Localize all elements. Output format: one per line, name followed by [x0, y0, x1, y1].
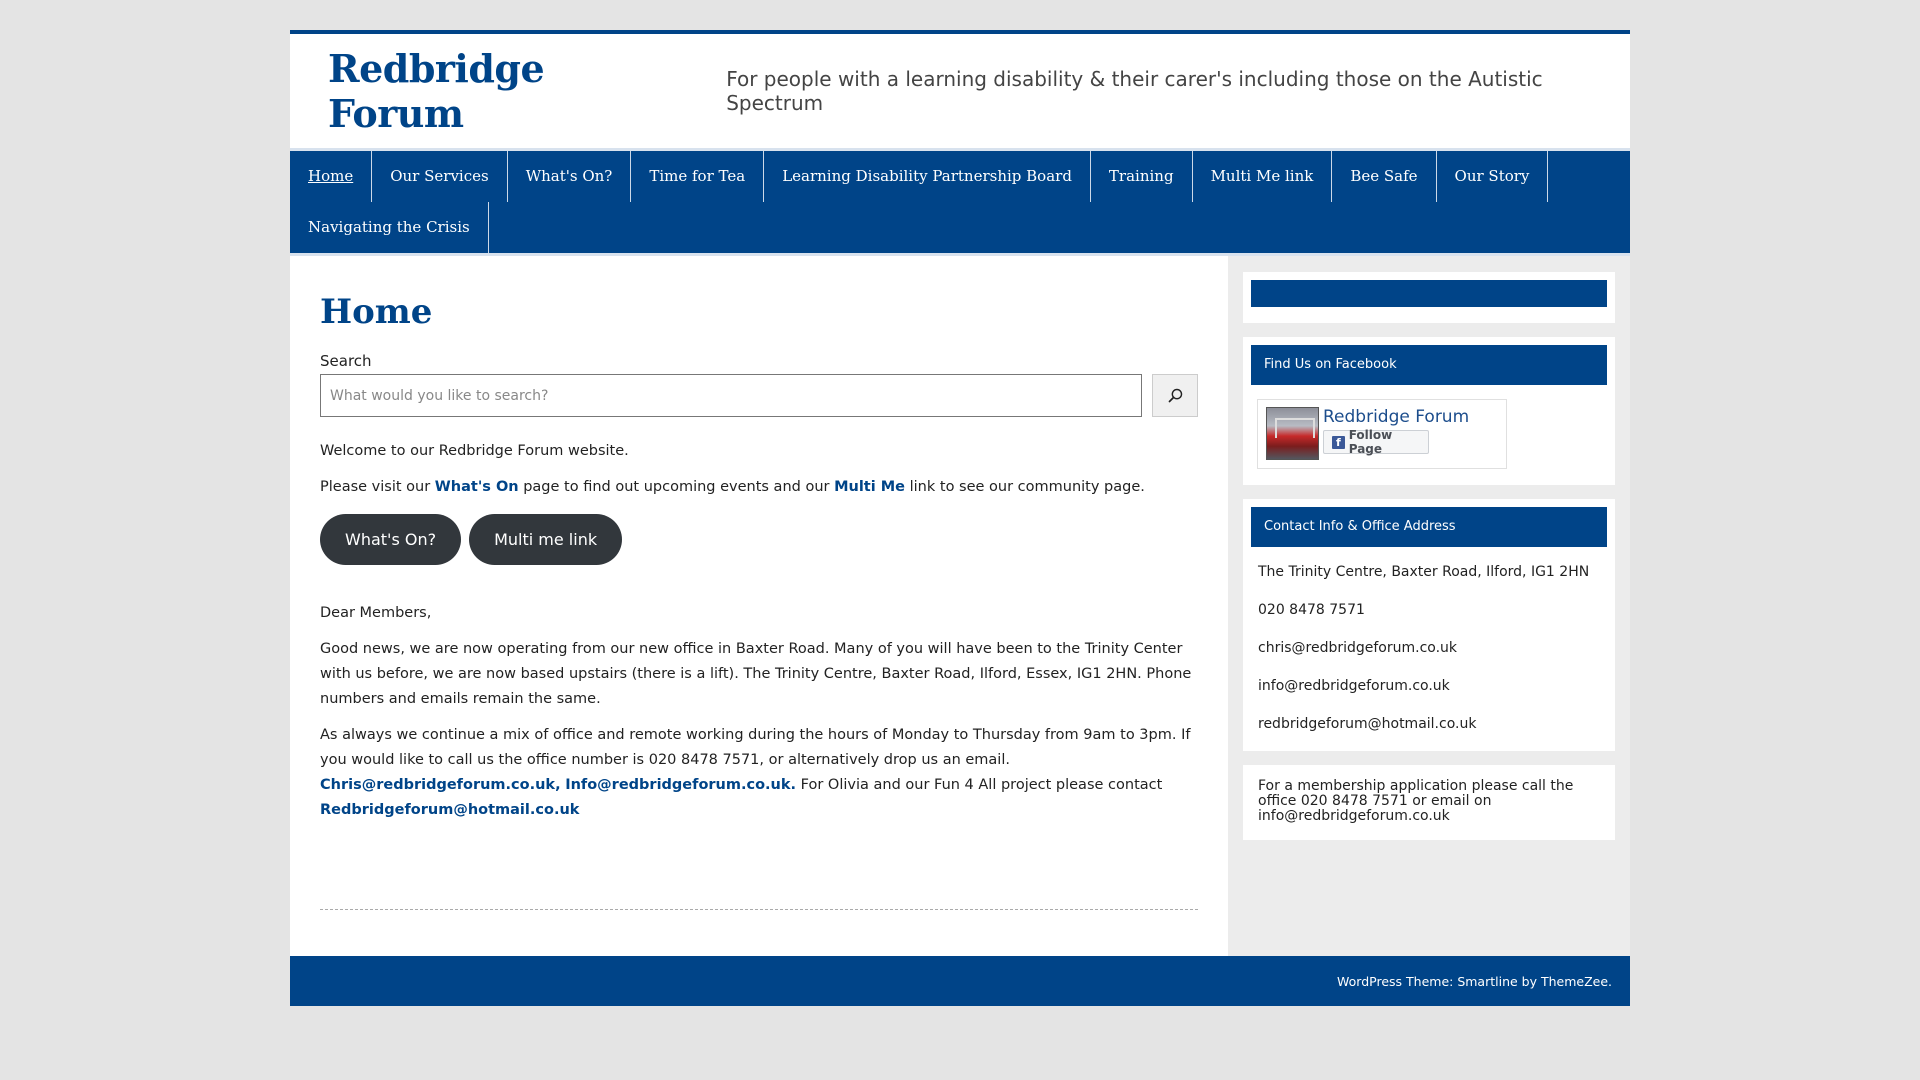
nav-item-navigating-the-crisis[interactable]: Navigating the Crisis — [290, 202, 489, 253]
multi-me-link[interactable]: Multi Me — [834, 479, 905, 495]
office-hours-text: As always we continue a mix of office an… — [320, 727, 1191, 768]
contact-widget-title: Contact Info & Office Address — [1251, 507, 1607, 547]
facebook-page-name[interactable]: Redbridge Forum — [1323, 407, 1469, 427]
follow-label: Follow Page — [1348, 428, 1393, 456]
membership-text: For a membership application please call… — [1258, 778, 1574, 824]
facebook-widget-title: Find Us on Facebook — [1251, 345, 1607, 385]
nav-item-home[interactable]: Home — [290, 151, 373, 202]
sidebar: Find Us on Facebook Redbridge Forum f Fo… — [1228, 256, 1630, 956]
facebook-icon: f — [1332, 435, 1345, 449]
contact-email-chris: chris@redbridgeforum.co.uk — [1258, 640, 1458, 656]
search-icon — [1168, 388, 1182, 403]
contact-widget: Contact Info & Office Address The Trinit… — [1243, 499, 1615, 751]
facebook-widget: Find Us on Facebook Redbridge Forum f Fo… — [1243, 337, 1615, 485]
facebook-follow-button[interactable]: f Follow Page — [1323, 428, 1429, 456]
content-divider — [320, 909, 1198, 910]
content-area: Home Search Welcome to our Redbridge For… — [290, 256, 1630, 956]
empty-widget-bar — [1251, 280, 1607, 307]
greeting-text: Dear Members, — [320, 605, 432, 621]
nav-item-multi-me-link[interactable]: Multi Me link — [1193, 151, 1333, 202]
nav-item-our-story[interactable]: Our Story — [1437, 151, 1549, 202]
nav-item-partnership-board[interactable]: Learning Disability Partnership Board — [764, 151, 1091, 202]
contact-email-info: info@redbridgeforum.co.uk — [1258, 678, 1450, 694]
search-button[interactable] — [1152, 374, 1198, 417]
nav-item-our-services[interactable]: Our Services — [372, 151, 508, 202]
olivia-text: For Olivia and our Fun 4 All project ple… — [796, 777, 1163, 793]
whats-on-link[interactable]: What's On — [435, 479, 519, 495]
site-title[interactable]: Redbridge Forum — [328, 46, 686, 136]
info-email-link[interactable]: Info@redbridgeforum.co.uk. — [565, 777, 796, 793]
visit-text-pre: Please visit our — [320, 479, 435, 495]
news-paragraph: Good news, we are now operating from our… — [320, 641, 1192, 707]
site-tagline: For people with a learning disability & … — [726, 67, 1543, 115]
page-wrapper: Redbridge Forum For people with a learni… — [290, 30, 1630, 1006]
site-footer: WordPress Theme: Smartline by ThemeZee. — [290, 956, 1630, 1006]
office-hours-paragraph: As always we continue a mix of office an… — [320, 723, 1198, 823]
main-content: Home Search Welcome to our Redbridge For… — [290, 256, 1228, 956]
contact-list: The Trinity Centre, Baxter Road, Ilford,… — [1251, 547, 1607, 735]
whats-on-button[interactable]: What's On? — [320, 514, 462, 565]
button-row: What's On? Multi me link — [320, 514, 1198, 565]
empty-widget — [1243, 272, 1615, 323]
welcome-text: Welcome to our Redbridge Forum website. — [320, 443, 629, 459]
search-form — [320, 374, 1198, 417]
nav-item-bee-safe[interactable]: Bee Safe — [1332, 151, 1437, 202]
search-input[interactable] — [320, 374, 1142, 417]
page-title: Home — [320, 292, 433, 332]
membership-widget: For a membership application please call… — [1243, 765, 1615, 840]
contact-address: The Trinity Centre, Baxter Road, Ilford,… — [1258, 564, 1590, 580]
nav-item-training[interactable]: Training — [1091, 151, 1193, 202]
hotmail-email-link[interactable]: Redbridgeforum@hotmail.co.uk — [320, 802, 579, 818]
multi-me-button[interactable]: Multi me link — [469, 514, 623, 565]
facebook-page-plugin[interactable]: Redbridge Forum f Follow Page — [1257, 399, 1507, 469]
main-navigation: Home Our Services What's On? Time for Te… — [290, 148, 1630, 256]
visit-paragraph: Please visit our What's On page to find … — [320, 475, 1198, 500]
contact-email-hotmail: redbridgeforum@hotmail.co.uk — [1258, 716, 1477, 732]
chris-email-link[interactable]: Chris@redbridgeforum.co.uk, — [320, 777, 561, 793]
visit-text-post: link to see our community page. — [905, 479, 1145, 495]
site-header: Redbridge Forum For people with a learni… — [290, 34, 1630, 148]
search-label: Search — [320, 352, 372, 370]
nav-item-time-for-tea[interactable]: Time for Tea — [631, 151, 765, 202]
footer-credit[interactable]: WordPress Theme: Smartline by ThemeZee. — [1337, 974, 1612, 989]
contact-phone: 020 8478 7571 — [1258, 602, 1365, 618]
nav-item-whats-on[interactable]: What's On? — [508, 151, 632, 202]
facebook-page-thumbnail[interactable] — [1266, 407, 1319, 460]
visit-text-mid: page to find out upcoming events and our — [518, 479, 835, 495]
